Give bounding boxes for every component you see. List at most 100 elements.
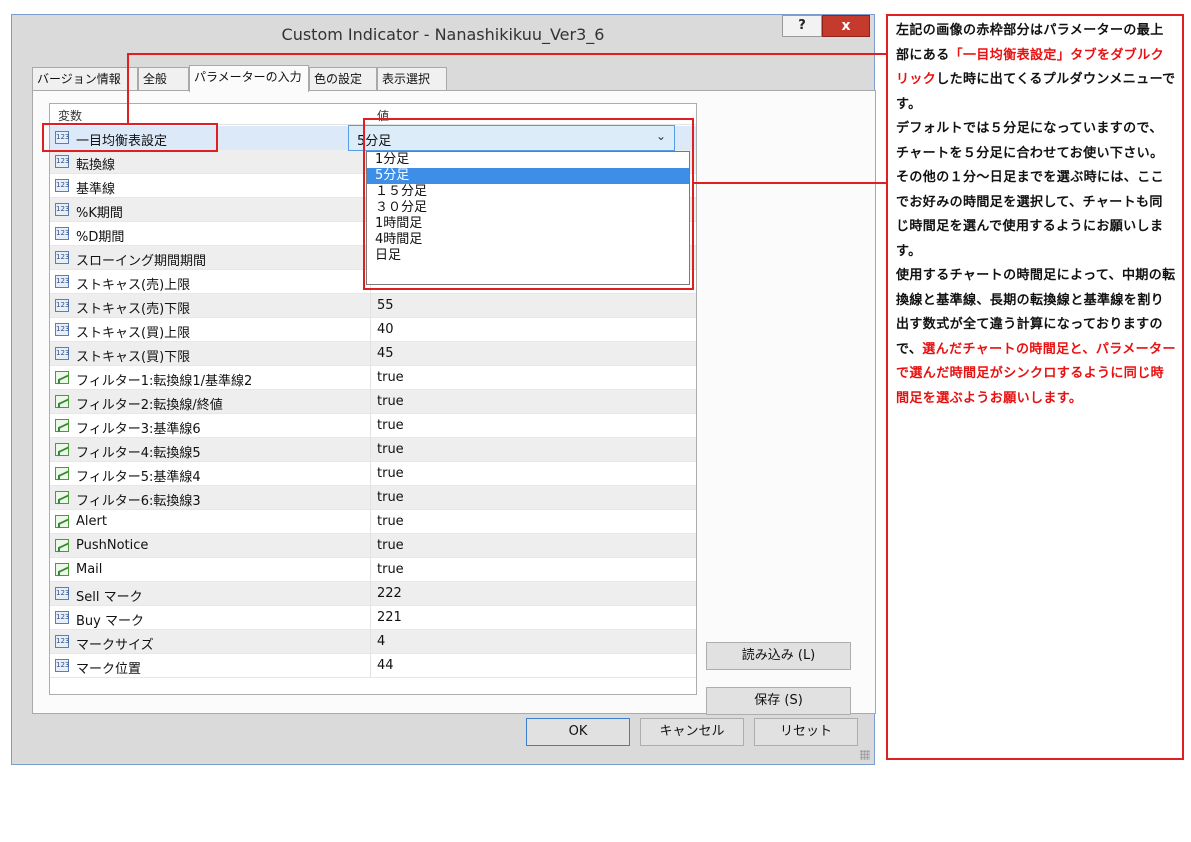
parameter-row[interactable]: Buy マーク 221	[50, 606, 696, 630]
column-header-name[interactable]: 変数	[58, 107, 82, 124]
column-divider	[370, 414, 371, 437]
note-paragraph: デフォルトでは５分足になっていますので、チャートを５分足に合わせてお使い下さい。	[896, 117, 1176, 166]
parameter-value[interactable]: true	[377, 466, 404, 481]
parameter-row[interactable]: フィルター1:転換線1/基準線2 true	[50, 366, 696, 390]
parameter-name: 転換線	[76, 158, 116, 173]
parameter-value[interactable]: true	[377, 538, 404, 553]
parameter-value[interactable]: 44	[377, 658, 394, 673]
parameter-name: フィルター6:転換線3	[76, 494, 201, 509]
parameter-name: 基準線	[76, 182, 116, 197]
number-type-icon	[55, 323, 69, 336]
boolean-type-icon	[55, 467, 69, 480]
parameter-name: ストキャス(買)上限	[76, 326, 191, 341]
parameter-value[interactable]: 55	[377, 298, 394, 313]
parameter-value[interactable]: true	[377, 514, 404, 529]
column-divider	[370, 462, 371, 485]
parameter-row[interactable]: ストキャス(買)上限 40	[50, 318, 696, 342]
parameter-value[interactable]: true	[377, 370, 404, 385]
boolean-type-icon	[55, 491, 69, 504]
parameter-value[interactable]: true	[377, 490, 404, 505]
parameter-value[interactable]: true	[377, 394, 404, 409]
help-button[interactable]: ?	[782, 15, 822, 37]
parameter-row[interactable]: フィルター2:転換線/終値 true	[50, 390, 696, 414]
tab-colors[interactable]: 色の設定	[309, 67, 377, 90]
parameter-name: マーク位置	[76, 662, 142, 677]
note-emphasis-text: 選んだチャートの時間足と、パラメーターで選んだ時間足がシンクロするように同じ時間…	[896, 341, 1176, 406]
column-divider	[370, 654, 371, 677]
parameter-row[interactable]: Alert true	[50, 510, 696, 534]
tab-parameters[interactable]: パラメーターの入力	[189, 65, 309, 92]
note-text: その他の１分〜日足までを選ぶ時には、ここでお好みの時間足を選択して、チャートも同…	[896, 170, 1165, 259]
callout-line-middle	[694, 182, 886, 184]
highlight-box-setting-row	[42, 123, 218, 152]
number-type-icon	[55, 659, 69, 672]
parameter-name: Alert	[76, 514, 107, 529]
parameter-name: フィルター3:基準線6	[76, 422, 201, 437]
note-text: した時に出てくるプルダウンメニューです。	[896, 72, 1176, 112]
column-divider	[370, 630, 371, 653]
parameter-row[interactable]: フィルター5:基準線4 true	[50, 462, 696, 486]
save-button[interactable]: 保存 (S)	[706, 687, 851, 715]
boolean-type-icon	[55, 419, 69, 432]
parameter-row[interactable]: フィルター6:転換線3 true	[50, 486, 696, 510]
callout-line-top-drop	[127, 53, 129, 124]
note-paragraph: その他の１分〜日足までを選ぶ時には、ここでお好みの時間足を選択して、チャートも同…	[896, 166, 1176, 264]
column-divider	[370, 342, 371, 365]
callout-line-top	[127, 53, 886, 55]
number-type-icon	[55, 635, 69, 648]
number-type-icon	[55, 299, 69, 312]
number-type-icon	[55, 611, 69, 624]
parameter-row[interactable]: Mail true	[50, 558, 696, 582]
parameter-name: ストキャス(売)上限	[76, 278, 191, 293]
column-divider	[370, 366, 371, 389]
parameter-row[interactable]: ストキャス(売)下限 55	[50, 294, 696, 318]
parameter-name: ストキャス(売)下限	[76, 302, 191, 317]
parameter-name: マークサイズ	[76, 638, 154, 653]
parameter-value[interactable]: 45	[377, 346, 394, 361]
number-type-icon	[55, 227, 69, 240]
parameter-name: Buy マーク	[76, 614, 144, 629]
highlight-box-dropdown	[363, 118, 694, 290]
column-divider	[370, 510, 371, 533]
tab-general[interactable]: 全般	[138, 67, 189, 90]
number-type-icon	[55, 179, 69, 192]
note-paragraph: 左記の画像の赤枠部分はパラメーターの最上部にある「一目均衡表設定」タブをダブルク…	[896, 19, 1176, 117]
load-button[interactable]: 読み込み (L)	[706, 642, 851, 670]
reset-button[interactable]: リセット	[754, 718, 858, 746]
parameter-row[interactable]: Sell マーク 222	[50, 582, 696, 606]
ok-button[interactable]: OK	[526, 718, 630, 746]
parameter-row[interactable]: フィルター3:基準線6 true	[50, 414, 696, 438]
number-type-icon	[55, 251, 69, 264]
parameter-name: PushNotice	[76, 538, 149, 553]
boolean-type-icon	[55, 515, 69, 528]
tab-version-info[interactable]: バージョン情報	[32, 67, 138, 90]
parameter-value[interactable]: 4	[377, 634, 385, 649]
parameter-row[interactable]: マーク位置 44	[50, 654, 696, 678]
column-divider	[370, 534, 371, 557]
parameter-name: Sell マーク	[76, 590, 143, 605]
parameter-value[interactable]: 221	[377, 610, 402, 625]
parameter-row[interactable]: フィルター4:転換線5 true	[50, 438, 696, 462]
number-type-icon	[55, 275, 69, 288]
tab-display[interactable]: 表示選択	[377, 67, 447, 90]
column-divider	[370, 606, 371, 629]
parameter-name: Mail	[76, 562, 103, 577]
parameter-value[interactable]: 222	[377, 586, 402, 601]
parameter-row[interactable]: ストキャス(買)下限 45	[50, 342, 696, 366]
parameter-row[interactable]: マークサイズ 4	[50, 630, 696, 654]
column-divider	[370, 318, 371, 341]
column-divider	[370, 486, 371, 509]
column-divider	[370, 390, 371, 413]
note-paragraph: 使用するチャートの時間足によって、中期の転換線と基準線、長期の転換線と基準線を割…	[896, 264, 1176, 411]
parameter-row[interactable]: PushNotice true	[50, 534, 696, 558]
explanation-note: 左記の画像の赤枠部分はパラメーターの最上部にある「一目均衡表設定」タブをダブルク…	[886, 14, 1184, 760]
cancel-button[interactable]: キャンセル	[640, 718, 744, 746]
parameter-value[interactable]: true	[377, 442, 404, 457]
parameter-value[interactable]: 40	[377, 322, 394, 337]
parameter-name: %K期間	[76, 206, 123, 221]
title-bar[interactable]: Custom Indicator - Nanashikikuu_Ver3_6 ?…	[12, 15, 874, 55]
close-button[interactable]: x	[822, 15, 870, 37]
parameter-value[interactable]: true	[377, 418, 404, 433]
parameter-value[interactable]: true	[377, 562, 404, 577]
resize-grip-icon[interactable]	[860, 750, 870, 760]
